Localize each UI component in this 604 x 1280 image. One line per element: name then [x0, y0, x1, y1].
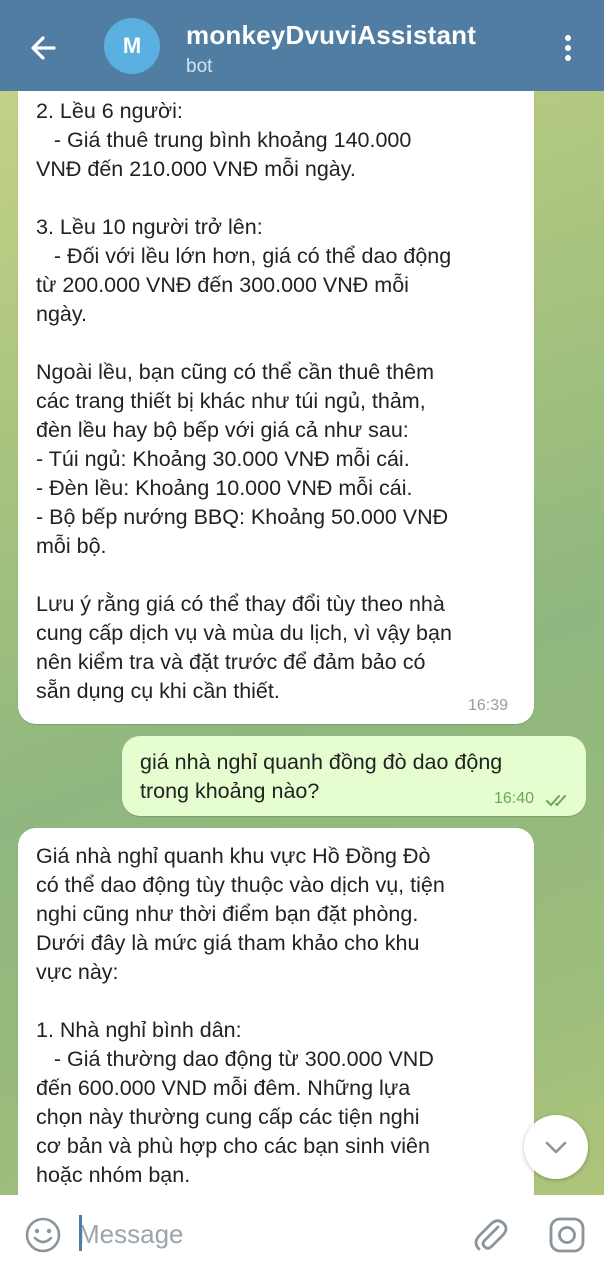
message-line: mỗi bộ. — [36, 534, 107, 558]
message-line: - Giá thường dao động từ 300.000 VND — [36, 1047, 434, 1071]
message-line: - Giá thuê trung bình khoảng 140.000 — [36, 128, 412, 152]
message-line — [36, 329, 514, 358]
message-line: cơ bản và phù hợp cho các bạn sinh viên — [36, 1134, 430, 1158]
message-input[interactable] — [76, 1213, 460, 1255]
message-line: VNĐ đến 210.000 VNĐ mỗi ngày. — [36, 157, 356, 181]
message-line: - Túi ngủ: Khoảng 30.000 VNĐ mỗi cái. — [36, 447, 410, 471]
message-line: từ 200.000 VNĐ đến 300.000 VNĐ mỗi — [36, 273, 409, 297]
message-line: chọn này thường cung cấp các tiện nghi — [36, 1105, 420, 1129]
message-line — [36, 561, 514, 590]
incoming-message[interactable]: Giá nhà nghỉ quanh khu vực Hồ Đồng Đò có… — [18, 828, 534, 1195]
message-line: Ngoài lều, bạn cũng có thể cần thuê thêm — [36, 360, 435, 384]
message-line: - Đối với lều lớn hơn, giá có thể dao độ… — [36, 244, 452, 268]
message-line: Dưới đây là mức giá tham khảo cho khu — [36, 931, 420, 955]
message-list[interactable]: 2. Lều 6 người: - Giá thuê trung bình kh… — [0, 91, 604, 1195]
camera-icon — [549, 1217, 585, 1253]
message-line: sẵn dụng cụ khi cần thiết. — [36, 679, 280, 703]
message-line: đến 600.000 VND mỗi đêm. Những lựa — [36, 1076, 411, 1100]
message-time: 16:39 — [468, 697, 509, 714]
message-line — [36, 987, 514, 1016]
chat-subtitle: bot — [186, 56, 213, 77]
message-line: nghi cũng như thời điểm bạn đặt phòng. — [36, 902, 419, 926]
message-line: có thể dao động tùy thuộc vào dịch vụ, t… — [36, 873, 445, 897]
scroll-down-button[interactable] — [524, 1115, 588, 1179]
message-line — [36, 184, 514, 213]
outgoing-message[interactable]: giá nhà nghỉ quanh đồng đò dao động tron… — [122, 736, 586, 816]
message-line: - Bộ bếp nướng BBQ: Khoảng 50.000 VNĐ — [36, 505, 449, 529]
more-vertical-icon — [565, 35, 571, 61]
message-line: 1. Nhà nghỉ bình dân: — [36, 1018, 242, 1042]
arrow-left-icon — [31, 36, 56, 60]
double-check-icon — [546, 787, 572, 806]
message-composer — [0, 1195, 604, 1280]
message-line: đèn lều hay bộ bếp với giá cả như sau: — [36, 418, 409, 442]
message-line: các trang thiết bị khác như túi ngủ, thả… — [36, 389, 426, 413]
chat-header: M monkeyDvuviAssistant bot — [0, 0, 604, 91]
text-cursor — [79, 1215, 82, 1251]
chevron-down-icon — [545, 1141, 567, 1154]
message-line: - Đèn lều: Khoảng 10.000 VNĐ mỗi cái. — [36, 476, 413, 500]
attach-button[interactable] — [468, 1213, 512, 1257]
message-line: hoặc nhóm bạn. — [36, 1163, 191, 1187]
message-line: ngày. — [36, 302, 87, 326]
message-line: 2. Lều 6 người: — [36, 99, 183, 123]
emoji-icon — [25, 1217, 61, 1253]
incoming-message[interactable]: 2. Lều 6 người: - Giá thuê trung bình kh… — [18, 91, 534, 724]
emoji-button[interactable] — [22, 1214, 64, 1256]
message-line: nên kiểm tra và đặt trước để đảm bảo có — [36, 650, 426, 674]
chat-title[interactable]: monkeyDvuviAssistant — [186, 20, 476, 51]
paperclip-icon — [474, 1219, 508, 1251]
more-menu-button[interactable] — [548, 28, 588, 68]
message-time: 16:40 — [494, 790, 535, 807]
back-button[interactable] — [24, 28, 64, 68]
message-line: vực này: — [36, 960, 119, 984]
message-line: cung cấp dịch vụ và mùa du lịch, vì vậy … — [36, 621, 452, 645]
message-line: Lưu ý rằng giá có thể thay đổi tùy theo … — [36, 592, 445, 616]
camera-button[interactable] — [545, 1213, 589, 1257]
message-line: giá nhà nghỉ quanh đồng đò dao động — [140, 750, 503, 774]
message-line: 3. Lều 10 người trở lên: — [36, 215, 263, 239]
message-line: Giá nhà nghỉ quanh khu vực Hồ Đồng Đò — [36, 844, 431, 868]
avatar[interactable]: M — [104, 18, 160, 74]
